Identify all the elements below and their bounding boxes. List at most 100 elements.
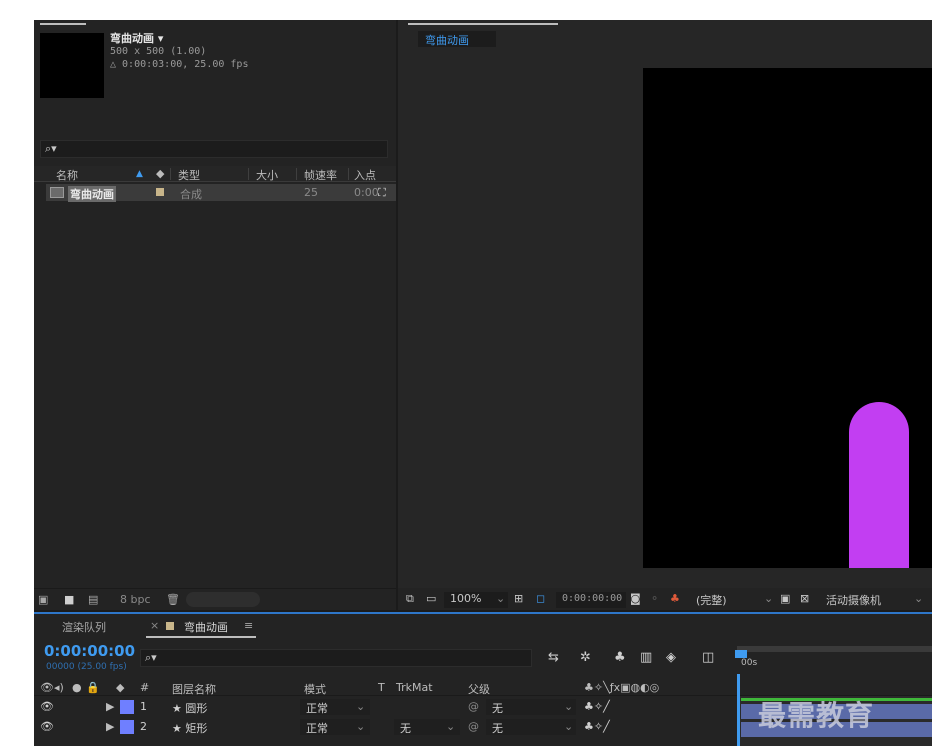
capsule-shape-layer[interactable] [849,402,909,568]
expand-arrow-icon[interactable]: ▶ [106,700,114,713]
scrollbar[interactable] [186,592,260,607]
audio-icon[interactable]: ◂) [54,681,64,694]
col-size[interactable]: 大小 [256,167,278,183]
transparency-grid-icon[interactable]: ⊠ [800,592,809,605]
col-type[interactable]: 类型 [178,167,200,183]
resolution-select[interactable]: (完整) [696,592,727,608]
visibility-icon[interactable]: 👁 [40,681,54,694]
region-of-interest-icon[interactable]: ▣ [780,592,790,605]
trkmat-select[interactable]: 无 [400,720,411,736]
chevron-down-icon[interactable]: ⌄ [356,720,365,733]
lock-icon[interactable]: 🔒 [86,681,100,694]
expand-arrow-icon[interactable]: ▶ [106,720,114,733]
new-folder-icon[interactable]: ■ [64,593,74,606]
comp-canvas[interactable] [643,68,932,568]
parent-select[interactable]: 无 [492,700,503,716]
menu-icon[interactable]: ≡ [244,619,253,632]
mode-select[interactable]: 正常 [306,700,328,716]
layer-switches-icons[interactable]: ♣✧╲ƒx▣◍◐◎ [584,681,659,694]
visibility-icon[interactable]: 👁 [40,700,54,713]
mode-select[interactable]: 正常 [306,720,328,736]
search-icon[interactable]: ⌕▾ [45,142,57,156]
graph-editor-icon[interactable]: ◫ [702,650,714,665]
label-color-swatch[interactable] [120,700,134,714]
frame-blending-icon[interactable]: ▥ [640,650,652,665]
solo-icon[interactable]: ● [72,681,82,694]
sort-arrow-icon[interactable]: ▲ [136,169,143,179]
playhead[interactable] [735,650,747,658]
layer-name[interactable]: ★ 矩形 [172,720,207,736]
col-number[interactable]: # [140,681,149,694]
chevron-down-icon[interactable]: ⌄ [564,720,573,733]
col-trkmat[interactable]: TrkMat [396,681,433,694]
chevron-down-icon[interactable]: ⌄ [356,700,365,713]
col-parent[interactable]: 父级 [468,681,490,697]
item-name[interactable]: 弯曲动画 [68,186,116,202]
draft-3d-icon[interactable]: ✲ [580,650,591,665]
label-tag-icon[interactable]: ◆ [116,681,124,694]
chevron-down-icon[interactable]: ⌄ [446,720,455,733]
trash-icon[interactable]: 🗑 [166,593,180,606]
comp-name[interactable]: 弯曲动画 ▾ [110,32,248,45]
viewer-comp-tab[interactable]: 弯曲动画 [418,31,496,47]
chevron-down-icon[interactable]: ⌄ [914,592,923,605]
pickwhip-icon[interactable]: @ [468,720,479,733]
composition-icon [50,187,64,198]
always-preview-icon[interactable]: ⧉ [406,592,414,606]
zoom-select[interactable]: 100% [450,592,481,605]
comp-duration: △ 0:00:03:00, 25.00 fps [110,59,249,70]
col-t[interactable]: T [378,681,385,694]
motion-blur-icon[interactable]: ◈ [666,650,676,665]
label-color-swatch[interactable] [120,720,134,734]
interpret-footage-icon[interactable]: ▣ [38,593,48,606]
close-icon[interactable]: × [150,619,159,632]
shy-layers-icon[interactable]: ♣ [614,650,626,665]
parent-select[interactable]: 无 [492,720,503,736]
chevron-down-icon[interactable]: ⌄ [496,592,505,605]
comp-info: 弯曲动画 ▾ 500 x 500 (1.00) △ 0:00:03:00, 25… [110,32,248,71]
work-area-bar[interactable] [737,646,932,652]
timeline-search-input[interactable]: ⌕▾ [140,649,532,667]
layer-name[interactable]: ★ 圆形 [172,700,207,716]
project-footer: ▣ ■ ▤ 8 bpc 🗑 [34,588,396,610]
project-tab-indicator[interactable] [40,23,86,25]
viewer-timecode[interactable]: 0:00:00:00 [562,593,622,604]
tab-comp[interactable]: 弯曲动画 [184,619,228,635]
layer-switches[interactable]: ♣✧╱ [584,700,610,713]
chevron-down-icon[interactable]: ⌄ [564,700,573,713]
col-name[interactable]: 名称 [56,167,78,183]
search-icon[interactable]: ⌕▾ [145,651,157,665]
layer-number: 2 [140,720,147,733]
col-in[interactable]: 入点 [354,167,376,183]
item-in: 0:00 [354,186,379,199]
project-search-input[interactable]: ⌕▾ [40,140,388,158]
col-fps[interactable]: 帧速率 [304,167,337,183]
channel-icon[interactable]: ♣ [670,592,680,605]
flowchart-icon[interactable]: ⛶ [378,186,386,200]
col-layer-name[interactable]: 图层名称 [172,681,216,697]
current-timecode[interactable]: 0:00:00:00 [44,642,135,660]
time-ruler[interactable]: 00s [735,640,932,680]
visibility-icon[interactable]: 👁 [40,720,54,733]
playhead-line[interactable] [737,674,740,746]
tab-render-queue[interactable]: 渲染队列 [62,619,106,635]
snapshot-icon[interactable]: ◙ [630,592,641,605]
camera-select[interactable]: 活动摄像机 [826,592,881,608]
bit-depth[interactable]: 8 bpc [120,593,151,606]
monitor-icon[interactable]: ▭ [426,592,436,605]
col-mode[interactable]: 模式 [304,681,326,697]
new-comp-icon[interactable]: ▤ [88,593,98,606]
label-color-swatch[interactable] [156,188,164,196]
frame-rate-note: 00000 (25.00 fps) [46,662,127,672]
chevron-down-icon[interactable]: ⌄ [764,592,773,605]
project-item-row[interactable]: 弯曲动画 合成 25 0:00 ⛶ [46,184,396,202]
layer-switches[interactable]: ♣✧╱ [584,720,610,733]
mask-visibility-icon[interactable]: ◻ [536,592,545,605]
comp-mini-flowchart-icon[interactable]: ⇆ [548,650,559,665]
divider [248,168,249,180]
grid-icon[interactable]: ⊞ [514,592,523,605]
timeline-tabs: 渲染队列 × 弯曲动画 ≡ [34,614,932,638]
show-snapshot-icon[interactable]: ⚬ [650,592,659,605]
pickwhip-icon[interactable]: @ [468,700,479,713]
label-tag-icon[interactable]: ◆ [156,167,164,180]
